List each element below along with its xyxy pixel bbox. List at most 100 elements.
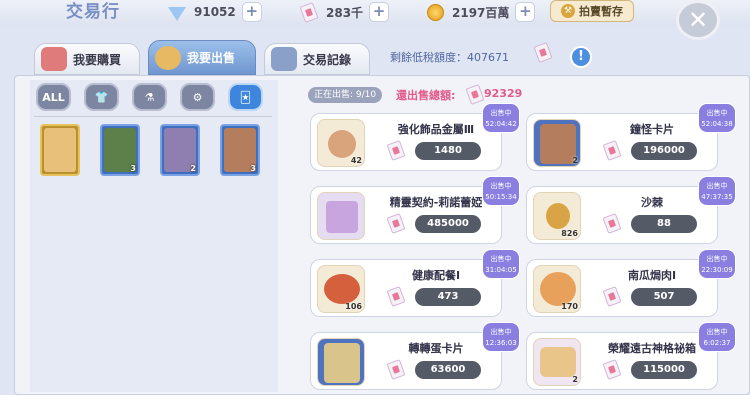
inventory-card[interactable]: 3 — [100, 124, 140, 176]
item-price: 196000 — [631, 142, 697, 160]
meal-icon — [324, 274, 360, 304]
ticket-icon — [386, 286, 406, 307]
treasure-box-icon — [540, 347, 576, 377]
ticket-icon — [386, 140, 406, 161]
tab-history-label: 交易記錄 — [303, 52, 352, 67]
tab-sell-label: 我要出售 — [187, 51, 236, 65]
item-name: 南瓜焗肉Ⅰ — [627, 269, 677, 282]
category-all[interactable]: ALL — [36, 83, 71, 111]
contract-scroll-icon — [326, 201, 358, 233]
zeny-value: 2197百萬 — [452, 5, 510, 20]
sale-timer: 出售中 52:04:38 — [698, 103, 736, 133]
ticket-currency: 283千 + — [298, 1, 390, 23]
item-price: 473 — [415, 288, 481, 306]
sale-total-value: 92329 — [484, 87, 523, 100]
zeny-currency: 2197百萬 + — [424, 2, 536, 22]
listing-card[interactable]: 826 沙棘 88 — [526, 186, 718, 244]
item-price: 63600 — [415, 361, 481, 379]
coin-icon — [424, 2, 446, 22]
gem-value: 91052 — [194, 5, 236, 19]
ticket-icon — [602, 286, 622, 307]
listing-card[interactable]: 轉轉蛋卡片 63600 — [310, 332, 502, 390]
item-price: 507 — [631, 288, 697, 306]
ticket-icon — [533, 42, 553, 63]
tab-buy-label: 我要購買 — [73, 52, 122, 67]
pumpkin-icon — [540, 272, 576, 306]
item-name: 鐘怪卡片 — [630, 123, 674, 136]
ticket-icon — [298, 1, 320, 23]
ticket-icon — [386, 213, 406, 234]
item-name: 強化飾品金屬Ⅲ — [397, 123, 475, 136]
listing-card[interactable]: 170 南瓜焗肉Ⅰ 507 — [526, 259, 718, 317]
sale-timer: 出售中 6:02:37 — [698, 322, 736, 352]
card-art — [44, 128, 76, 172]
item-thumbnail: 826 — [533, 192, 581, 240]
auction-storage-label: 拍賣暫存 — [579, 5, 623, 18]
ticket-icon — [602, 213, 622, 234]
item-thumbnail: 2 — [533, 119, 581, 167]
listing-card[interactable]: 2 榮耀遠古神格祕箱 115000 — [526, 332, 718, 390]
item-thumbnail: 42 — [317, 119, 365, 167]
category-consumable[interactable]: ⚗ — [132, 83, 167, 111]
item-price: 485000 — [415, 215, 481, 233]
item-name: 沙棘 — [641, 196, 663, 209]
sale-timer: 出售中 31:04:05 — [482, 249, 520, 279]
category-card[interactable]: 🃏 — [228, 83, 263, 111]
cart-icon — [41, 47, 67, 71]
hammer-icon: ⚒ — [561, 4, 575, 18]
item-name: 轉轉蛋卡片 — [408, 342, 464, 355]
ticket-icon — [602, 140, 622, 161]
page-title: 交易行 — [66, 2, 120, 22]
add-gems-button[interactable]: + — [241, 2, 262, 22]
add-zeny-button[interactable]: + — [515, 2, 536, 22]
ticket-icon — [386, 359, 406, 380]
seabuckthorn-icon — [546, 203, 570, 229]
category-equipment[interactable]: 👕 — [84, 83, 119, 111]
divider — [34, 116, 272, 117]
category-material[interactable]: ⚙ — [180, 83, 215, 111]
ticket-icon — [602, 359, 622, 380]
sale-timer: 出售中 12:36:03 — [482, 322, 520, 352]
tab-history[interactable]: 交易記錄 — [264, 43, 370, 75]
listing-card[interactable]: 精靈契約-莉諾蕾婭 485000 — [310, 186, 502, 244]
sale-timer: 出售中 50:15:34 — [482, 176, 520, 206]
card-art — [324, 343, 360, 383]
metal-icon — [328, 130, 356, 158]
on-sale-count: 正在出售: 9/10 — [308, 87, 383, 103]
item-name: 精靈契約-莉諾蕾婭 — [389, 196, 483, 209]
sale-timer: 出售中 47:37:35 — [698, 176, 736, 206]
inventory-card[interactable]: 3 — [220, 124, 260, 176]
listing-card[interactable]: 2 鐘怪卡片 196000 — [526, 113, 718, 171]
item-thumbnail — [317, 192, 365, 240]
item-name: 榮耀遠古神格祕箱 — [608, 342, 696, 355]
ticket-value: 283千 — [326, 5, 364, 20]
inventory-card[interactable]: 2 — [160, 124, 200, 176]
info-icon[interactable]: ! — [570, 46, 592, 68]
add-tickets-button[interactable]: + — [369, 2, 390, 22]
sale-timer: 出售中 52:04:42 — [482, 103, 520, 133]
tab-buy[interactable]: 我要購買 — [34, 43, 140, 75]
sale-timer: 出售中 22:30:09 — [698, 249, 736, 279]
diamond-icon — [166, 2, 188, 22]
gem-currency: 91052 + — [166, 2, 262, 22]
ticket-icon — [465, 84, 485, 105]
item-thumbnail: 2 — [533, 338, 581, 386]
money-bag-icon — [155, 45, 181, 70]
item-thumbnail: 106 — [317, 265, 365, 313]
card-art — [540, 124, 576, 164]
tab-sell[interactable]: 我要出售 — [148, 40, 256, 75]
listing-card[interactable]: 42 強化飾品金屬Ⅲ 1480 — [310, 113, 502, 171]
item-name: 健康配餐Ⅰ — [411, 269, 461, 282]
low-tax-quota: 剩餘低稅額度：407671 — [390, 51, 509, 64]
item-price: 1480 — [415, 142, 481, 160]
item-thumbnail: 170 — [533, 265, 581, 313]
inventory-card[interactable] — [40, 124, 80, 176]
auction-storage-button[interactable]: ⚒ 拍賣暫存 — [550, 0, 634, 22]
close-button[interactable]: ✕ — [676, 0, 720, 40]
sale-total-label: 還出售總額: — [396, 89, 456, 102]
item-price: 115000 — [631, 361, 697, 379]
item-thumbnail — [317, 338, 365, 386]
ledger-icon — [271, 47, 297, 71]
item-price: 88 — [631, 215, 697, 233]
listing-card[interactable]: 106 健康配餐Ⅰ 473 — [310, 259, 502, 317]
